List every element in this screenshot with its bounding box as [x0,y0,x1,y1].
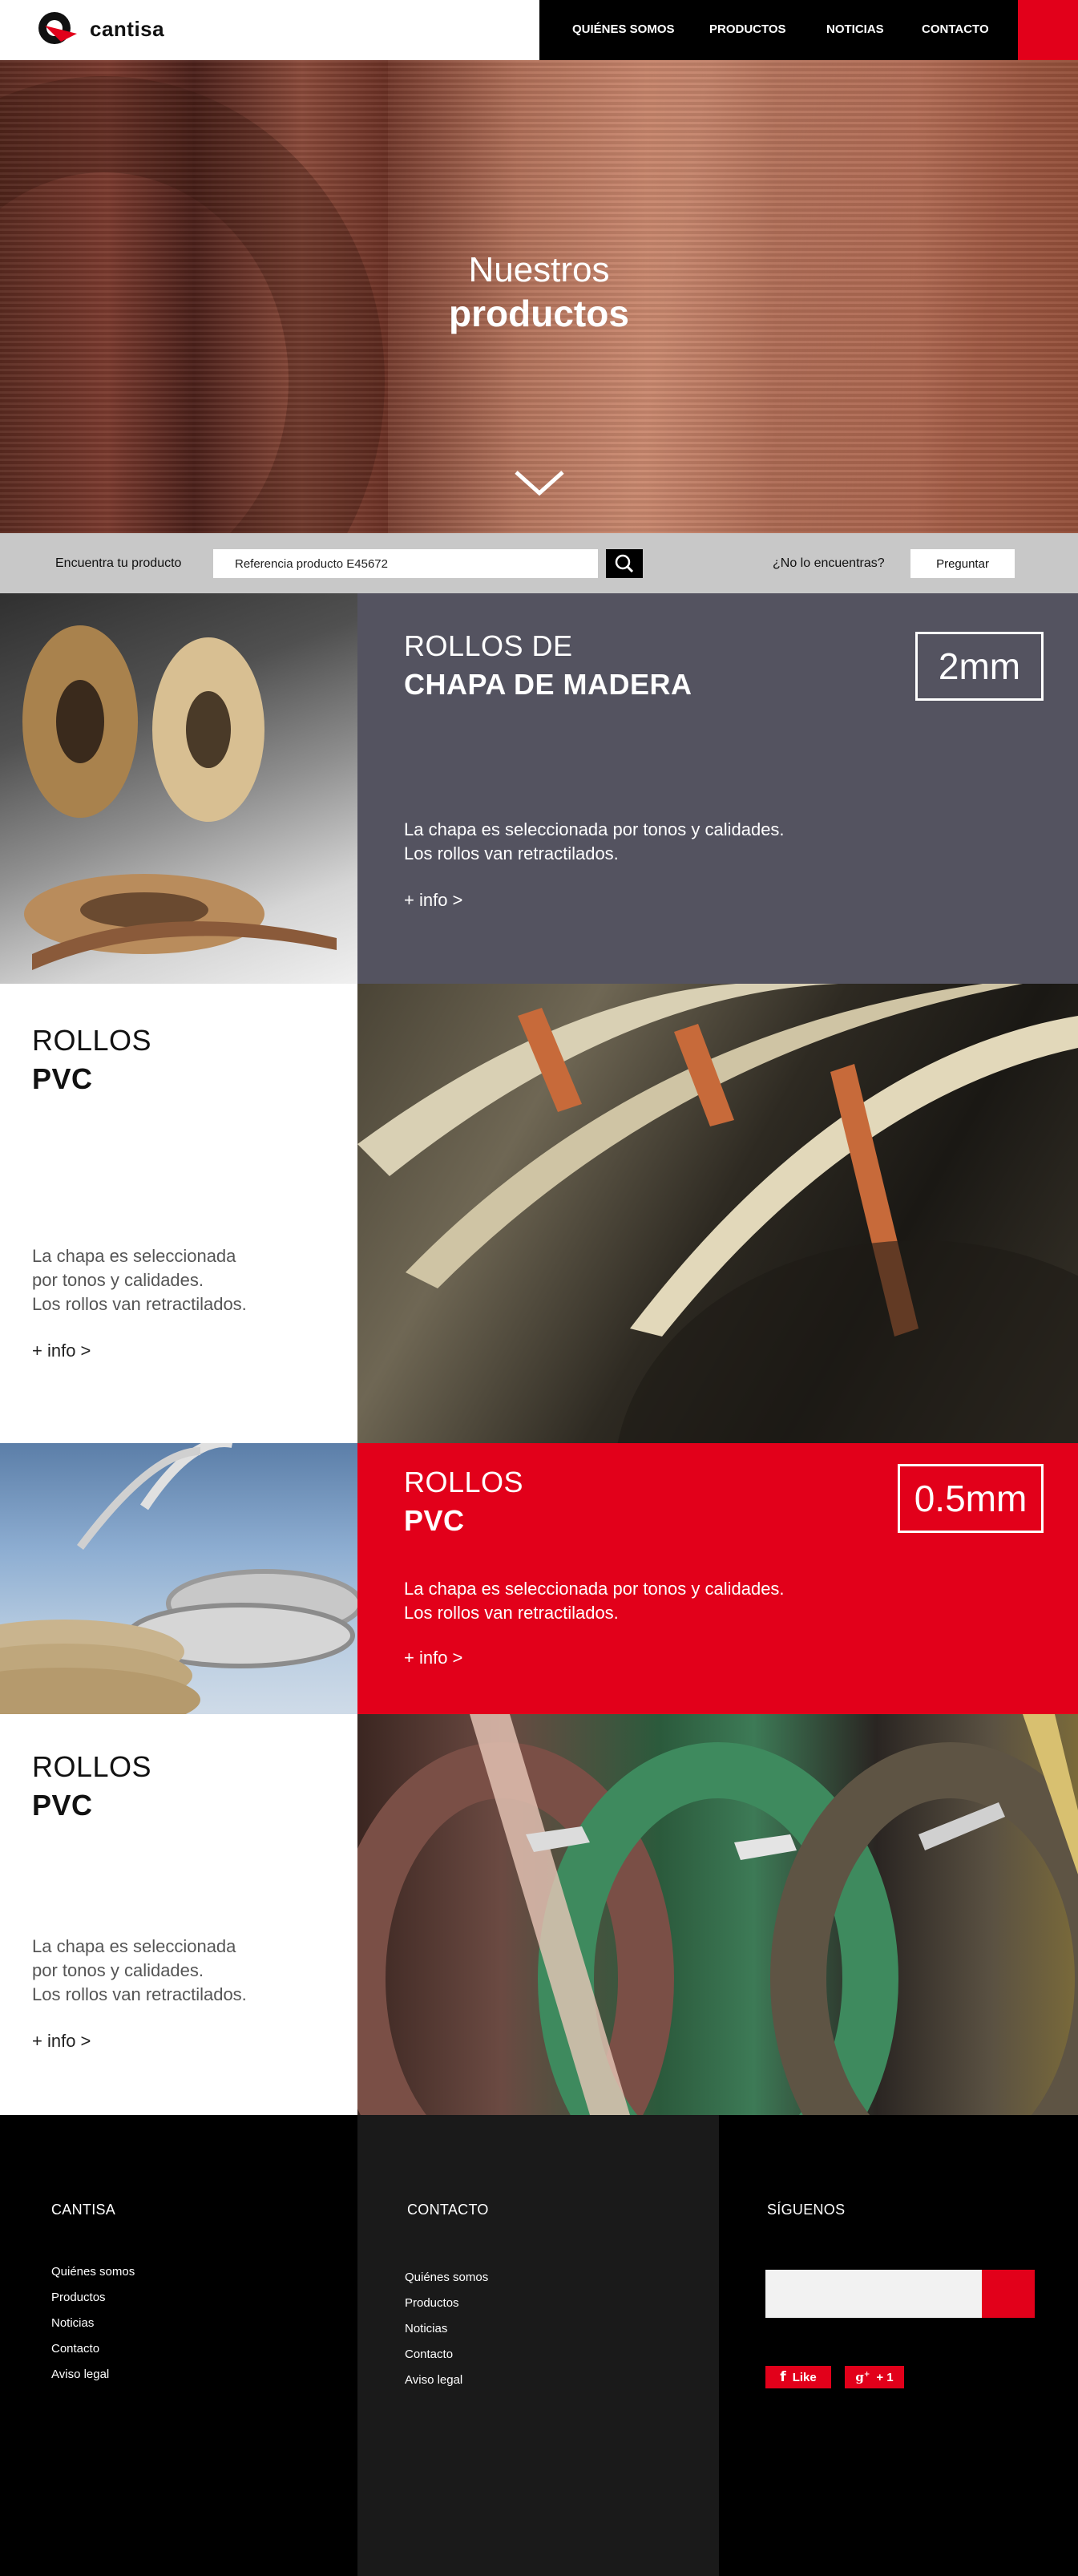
logo-text[interactable]: cantisa [90,17,164,42]
more-info-link[interactable]: + info > [404,1648,462,1668]
product-row-4: ROLLOS PVC La chapa es seleccionada por … [0,1714,1078,2115]
footer-heading: CANTISA [51,2202,116,2218]
footer-heading: SÍGUENOS [767,2202,846,2218]
product-row-3: ROLLOS PVC 0.5mm La chapa es seleccionad… [0,1443,1078,1714]
footer-links: Quiénes somos Productos Noticias Contact… [405,2265,488,2393]
colored-coils-illustration [357,1714,1078,2115]
product-description: La chapa es seleccionada por tonos y cal… [32,1936,247,2004]
nav-item-contacto[interactable]: CONTACTO [922,22,989,36]
search-button[interactable] [606,549,643,578]
hero-title-line2: productos [449,293,629,334]
google-plus-icon: g+ [855,2370,870,2384]
google-plus-button[interactable]: g+ + 1 [845,2366,904,2388]
chevron-down-icon[interactable] [513,467,566,499]
facebook-icon: f [780,2369,786,2385]
thickness-badge: 2mm [915,632,1044,701]
nav-item-quienes-somos[interactable]: QUIÉNES SOMOS [572,22,675,36]
logo-area: cantisa [0,0,539,60]
product-image-pvc-strips[interactable] [357,984,1078,1443]
nav-item-productos[interactable]: PRODUCTOS [709,22,786,36]
product-title-line1: ROLLOS [404,1466,524,1498]
site-footer: CANTISA Quiénes somos Productos Noticias… [0,2115,1078,2576]
footer-link-aviso-legal[interactable]: Aviso legal [51,2362,135,2388]
like-label: Like [792,2370,817,2384]
footer-col-siguenos: SÍGUENOS f Like g+ + 1 [719,2115,1078,2576]
thickness-badge: 0.5mm [898,1464,1044,1533]
not-found-label: ¿No lo encuentras? [773,556,885,570]
product-image-pvc-coils[interactable] [0,1443,357,1714]
footer-link-productos[interactable]: Productos [405,2291,488,2316]
product-title-line2: PVC [404,1504,465,1537]
site-header: cantisa QUIÉNES SOMOS PRODUCTOS NOTICIAS… [0,0,1078,60]
product-image-wood-rolls[interactable] [0,593,357,984]
footer-link-aviso-legal[interactable]: Aviso legal [405,2368,488,2393]
wood-rolls-illustration [22,625,337,970]
footer-col-contacto: CONTACTO Quiénes somos Productos Noticia… [357,2115,719,2576]
product-description: La chapa es seleccionada por tonos y cal… [32,1246,247,1314]
hero-banner: Nuestros productos [0,60,1078,533]
search-input[interactable] [213,549,598,578]
product-description: La chapa es seleccionada por tonos y cal… [404,819,785,863]
search-icon [615,554,634,573]
logo-icon[interactable] [37,10,80,47]
search-label: Encuentra tu producto [55,556,182,570]
ask-button[interactable]: Preguntar [910,549,1015,578]
hero-title-line1: Nuestros [468,250,610,289]
footer-link-noticias[interactable]: Noticias [405,2316,488,2342]
product-info-panel: ROLLOS PVC 0.5mm La chapa es seleccionad… [357,1443,1078,1714]
pvc-coils-illustration [0,1443,357,1714]
footer-link-noticias[interactable]: Noticias [51,2311,135,2336]
facebook-like-button[interactable]: f Like [765,2366,831,2388]
newsletter-input[interactable] [765,2270,982,2318]
product-row-1: ROLLOS DE CHAPA DE MADERA 2mm La chapa e… [0,593,1078,984]
newsletter-submit-button[interactable] [982,2270,1035,2318]
pvc-strips-illustration [357,984,1078,1443]
product-title-line1: ROLLOS [32,1750,152,1783]
footer-link-productos[interactable]: Productos [51,2285,135,2311]
footer-link-quienes-somos[interactable]: Quiénes somos [405,2265,488,2291]
product-title-line2: PVC [32,1789,93,1822]
product-info-panel: ROLLOS PVC La chapa es seleccionada por … [0,1714,357,2115]
product-description: La chapa es seleccionada por tonos y cal… [404,1579,785,1623]
footer-heading: CONTACTO [407,2202,489,2218]
product-title-line2: PVC [32,1062,93,1095]
product-row-2: ROLLOS PVC La chapa es seleccionada por … [0,984,1078,1443]
product-info-panel: ROLLOS PVC La chapa es seleccionada por … [0,984,357,1443]
more-info-link[interactable]: + info > [32,1341,91,1361]
footer-link-quienes-somos[interactable]: Quiénes somos [51,2259,135,2285]
product-title-line2: CHAPA DE MADERA [404,668,692,701]
main-nav: QUIÉNES SOMOS PRODUCTOS NOTICIAS CONTACT… [539,0,1018,60]
product-info-panel: ROLLOS DE CHAPA DE MADERA 2mm La chapa e… [357,593,1078,984]
footer-link-contacto[interactable]: Contacto [405,2342,488,2368]
more-info-link[interactable]: + info > [404,890,462,911]
plus-one-label: + 1 [876,2370,894,2384]
nav-item-noticias[interactable]: NOTICIAS [826,22,884,36]
product-title-line1: ROLLOS [32,1024,152,1057]
more-info-link[interactable]: + info > [32,2031,91,2052]
footer-link-contacto[interactable]: Contacto [51,2336,135,2362]
footer-col-cantisa: CANTISA Quiénes somos Productos Noticias… [0,2115,357,2576]
product-search-bar: Encuentra tu producto ¿No lo encuentras?… [0,533,1078,593]
product-image-colored-coils[interactable] [357,1714,1078,2115]
footer-links: Quiénes somos Productos Noticias Contact… [51,2259,135,2388]
nav-accent-block [1018,0,1078,60]
product-title-line1: ROLLOS DE [404,629,573,662]
